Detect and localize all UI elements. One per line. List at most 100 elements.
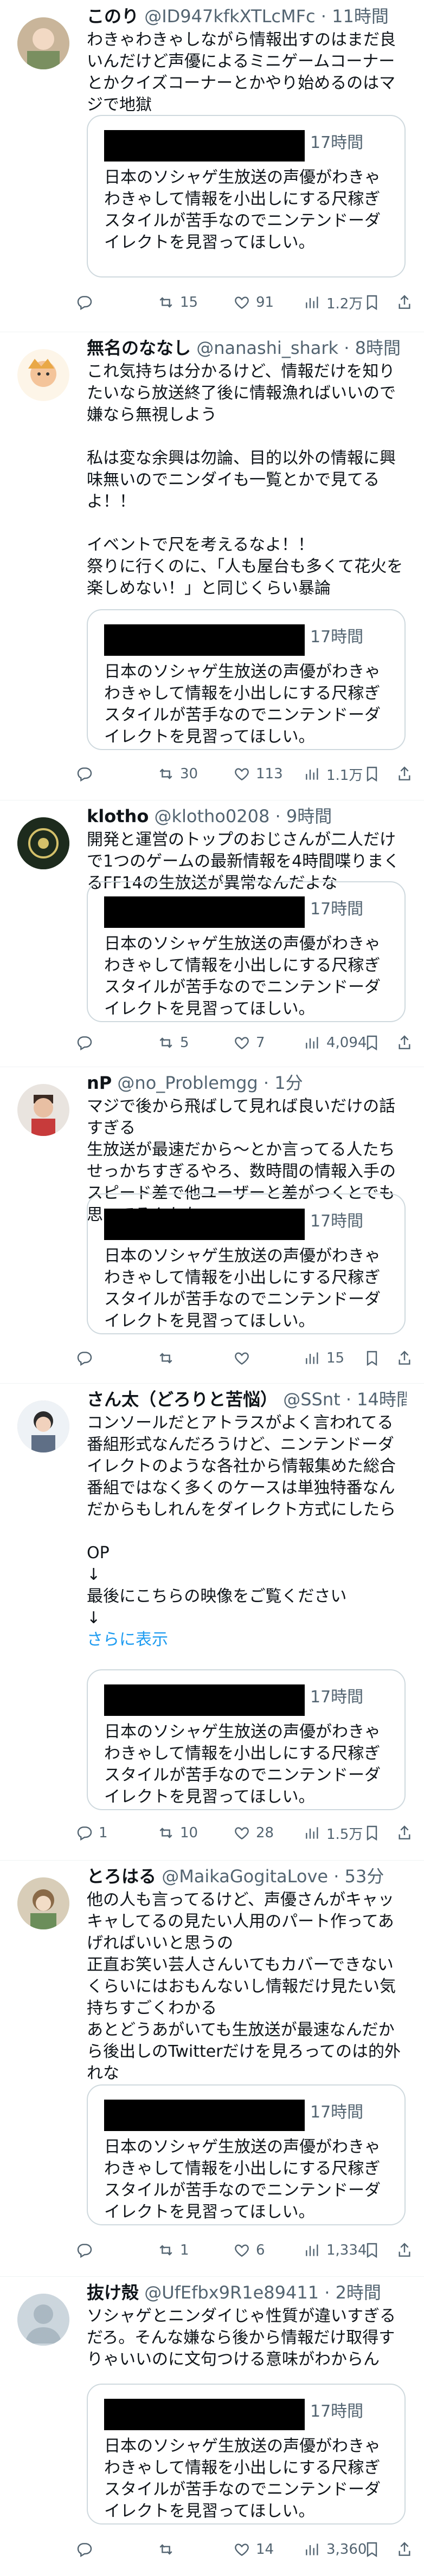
- avatar[interactable]: [17, 1084, 69, 1136]
- quoted-time: 17時間: [310, 1688, 364, 1707]
- quoted-post[interactable]: 17時間 日本のソシャゲ生放送の声優がわきゃわきゃして情報を小出しにする尺稼ぎス…: [87, 1193, 406, 1334]
- reply-icon: [77, 1036, 92, 1051]
- bookmark-button[interactable]: [363, 1822, 381, 1844]
- like-button[interactable]: 28: [233, 1822, 274, 1844]
- user-handle[interactable]: @SSnt: [283, 1389, 340, 1410]
- avatar[interactable]: [17, 349, 69, 401]
- bookmark-button[interactable]: [363, 1347, 381, 1369]
- like-button[interactable]: 6: [233, 2239, 265, 2261]
- separator-dot: ·: [320, 6, 326, 27]
- repost-button[interactable]: [157, 1347, 180, 1369]
- repost-button[interactable]: 5: [157, 1032, 189, 1054]
- reply-button[interactable]: [76, 763, 99, 785]
- share-button[interactable]: [396, 1822, 413, 1844]
- user-handle[interactable]: @nanashi_shark: [196, 338, 338, 358]
- post-time[interactable]: 53分: [345, 1866, 384, 1887]
- repost-button[interactable]: 10: [157, 1822, 198, 1844]
- reply-button[interactable]: [76, 1032, 99, 1054]
- reply-button[interactable]: [76, 2239, 99, 2261]
- share-button[interactable]: [396, 1032, 413, 1054]
- bookmark-button[interactable]: [363, 292, 381, 313]
- display-name[interactable]: 抜け殻: [87, 2282, 139, 2303]
- like-button[interactable]: 14: [233, 2539, 274, 2560]
- views-button[interactable]: 1,334: [304, 2239, 367, 2261]
- quoted-post[interactable]: 17時間 日本のソシャゲ生放送の声優がわきゃわきゃして情報を小出しにする尺稼ぎス…: [87, 2084, 406, 2225]
- post-time[interactable]: 9時間: [286, 806, 332, 827]
- post-0[interactable]: このり @ID947kfkXTLcMFc · 11時間 わきゃわきゃしながら情報…: [0, 0, 424, 332]
- repost-icon: [159, 2245, 172, 2256]
- post-time[interactable]: 14時間: [357, 1389, 407, 1410]
- view-count: 4,094: [326, 1035, 367, 1051]
- quoted-time: 17時間: [310, 628, 364, 647]
- post-time[interactable]: 11時間: [332, 6, 389, 27]
- display-name[interactable]: このり: [87, 6, 139, 27]
- share-button[interactable]: [396, 292, 413, 313]
- repost-button[interactable]: 1: [157, 2239, 189, 2261]
- separator-dot: ·: [344, 338, 350, 358]
- redacted-author-bar: [104, 130, 305, 162]
- show-more-link[interactable]: さらに表示: [87, 1629, 407, 1651]
- like-button[interactable]: 113: [233, 763, 283, 785]
- post-3[interactable]: nP @no_Problemgg · 1分 マジで後から飛ばして見れば良いだけの…: [0, 1067, 424, 1384]
- user-handle[interactable]: @ID947kfkXTLcMFc: [144, 6, 315, 27]
- like-button[interactable]: [233, 1347, 256, 1369]
- bookmark-button[interactable]: [363, 2539, 381, 2560]
- reply-icon: [77, 2543, 92, 2558]
- avatar[interactable]: [17, 1877, 69, 1929]
- post-time[interactable]: 1分: [274, 1073, 303, 1093]
- share-button[interactable]: [396, 2239, 413, 2261]
- display-name[interactable]: とろはる: [87, 1866, 156, 1887]
- like-count: 28: [256, 1825, 274, 1841]
- views-icon: [306, 1352, 318, 1364]
- views-button[interactable]: 4,094: [304, 1032, 367, 1054]
- repost-count: 30: [180, 766, 198, 782]
- reply-button[interactable]: [76, 2539, 99, 2560]
- quoted-post[interactable]: 17時間 日本のソシャゲ生放送の声優がわきゃわきゃして情報を小出しにする尺稼ぎス…: [87, 115, 406, 277]
- post-4[interactable]: さん太（どろりと苦悩） @SSnt · 14時間 コンソールだとアトラスがよく言…: [0, 1383, 424, 1861]
- repost-count: 5: [180, 1035, 189, 1051]
- quoted-post[interactable]: 17時間 日本のソシャゲ生放送の声優がわきゃわきゃして情報を小出しにする尺稼ぎス…: [87, 881, 406, 1022]
- display-name[interactable]: 無名のななし: [87, 338, 191, 358]
- user-handle[interactable]: @klotho0208: [154, 806, 269, 827]
- user-handle[interactable]: @UfEfbx9R1e89411: [144, 2282, 319, 2303]
- display-name[interactable]: さん太（どろりと苦悩）: [87, 1389, 278, 1410]
- views-icon: [306, 2244, 318, 2256]
- views-button[interactable]: 1.2万: [304, 292, 363, 313]
- views-button[interactable]: 3,360: [304, 2539, 367, 2560]
- post-time[interactable]: 2時間: [336, 2282, 381, 2303]
- views-button[interactable]: 1.1万: [304, 763, 363, 785]
- repost-button[interactable]: [157, 2539, 180, 2560]
- quoted-post[interactable]: 17時間 日本のソシャゲ生放送の声優がわきゃわきゃして情報を小出しにする尺稼ぎス…: [87, 609, 406, 750]
- repost-button[interactable]: 15: [157, 292, 198, 313]
- reply-button[interactable]: 1: [76, 1822, 108, 1844]
- post-6[interactable]: 抜け殻 @UfEfbx9R1e89411 · 2時間 ソシャゲとニンダイじゃ性質…: [0, 2276, 424, 2576]
- quoted-post[interactable]: 17時間 日本のソシャゲ生放送の声優がわきゃわきゃして情報を小出しにする尺稼ぎス…: [87, 1669, 406, 1810]
- avatar[interactable]: [17, 817, 69, 869]
- repost-button[interactable]: 30: [157, 763, 198, 785]
- display-name[interactable]: klotho: [87, 806, 149, 827]
- views-button[interactable]: 15: [304, 1347, 344, 1369]
- share-button[interactable]: [396, 2539, 413, 2560]
- post-5[interactable]: とろはる @MaikaGogitaLove · 53分 他の人も言ってるけど、声…: [0, 1860, 424, 2277]
- post-2[interactable]: klotho @klotho0208 · 9時間 開発と運営のトップのおじさんが…: [0, 800, 424, 1067]
- like-button[interactable]: 7: [233, 1032, 265, 1054]
- reply-button[interactable]: [76, 1347, 99, 1369]
- share-button[interactable]: [396, 763, 413, 785]
- bookmark-button[interactable]: [363, 763, 381, 785]
- avatar[interactable]: [17, 1400, 69, 1452]
- views-button[interactable]: 1.5万: [304, 1822, 363, 1844]
- post-1[interactable]: 無名のななし @nanashi_shark · 8時間 これ気持ちは分かるけど、…: [0, 332, 424, 800]
- repost-icon: [159, 2544, 172, 2555]
- display-name[interactable]: nP: [87, 1073, 112, 1093]
- bookmark-button[interactable]: [363, 1032, 381, 1054]
- user-handle[interactable]: @MaikaGogitaLove: [162, 1866, 328, 1887]
- quoted-post[interactable]: 17時間 日本のソシャゲ生放送の声優がわきゃわきゃして情報を小出しにする尺稼ぎス…: [87, 2384, 406, 2525]
- reply-button[interactable]: [76, 292, 99, 313]
- avatar[interactable]: [17, 17, 69, 69]
- user-handle[interactable]: @no_Problemgg: [117, 1073, 258, 1093]
- bookmark-button[interactable]: [363, 2239, 381, 2261]
- post-time[interactable]: 8時間: [355, 338, 401, 358]
- like-button[interactable]: 91: [233, 292, 274, 313]
- avatar[interactable]: [17, 2294, 69, 2346]
- share-button[interactable]: [396, 1347, 413, 1369]
